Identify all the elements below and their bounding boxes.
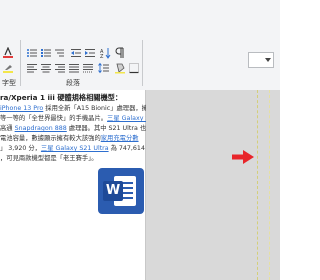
- align-left-icon[interactable]: [26, 62, 38, 74]
- page-boundary-guide: [269, 90, 270, 280]
- line-text: ，可見兩款機型都是「老王賽手」。: [0, 155, 98, 162]
- sort-icon[interactable]: A Z: [100, 47, 112, 59]
- inline-link[interactable]: iPhone 13 Pro: [0, 105, 43, 112]
- word-app-icon[interactable]: W: [98, 168, 144, 214]
- ribbon-separator: [20, 40, 21, 86]
- inline-link[interactable]: 家用充電分數: [101, 135, 139, 142]
- line-text: 高通: [0, 125, 15, 132]
- bullet-list-icon[interactable]: [26, 47, 38, 59]
- ribbon-toolbar: 字型 A Z 段落: [0, 0, 280, 91]
- justify-icon[interactable]: [68, 62, 80, 74]
- font-group-label: 字型: [2, 79, 16, 87]
- line-text: 」 3,920 分，: [0, 145, 41, 152]
- svg-text:Z: Z: [100, 54, 104, 59]
- borders-icon[interactable]: [128, 62, 140, 74]
- font-color-icon[interactable]: [2, 47, 14, 59]
- chevron-down-icon: [265, 58, 271, 62]
- document-heading: ra/Xperia 1 iii 硬體規格相關機型：: [0, 93, 123, 102]
- multilevel-list-icon[interactable]: [54, 47, 66, 59]
- line-text: 電池容量，數據顯示擁有較大該強的: [0, 135, 101, 142]
- document-line: 電池容量，數據顯示擁有較大該強的家用充電分數: [0, 134, 139, 143]
- inline-link[interactable]: 三星 Galaxy S21 Ultra: [41, 145, 109, 152]
- decrease-indent-icon[interactable]: [70, 47, 82, 59]
- inline-link[interactable]: Snapdragon 888: [15, 125, 67, 132]
- document-line: ，可見兩款機型都是「老王賽手」。: [0, 154, 98, 163]
- distributed-icon[interactable]: [82, 62, 94, 74]
- red-arrow-icon: [232, 150, 254, 164]
- shading-icon[interactable]: [114, 62, 126, 74]
- ribbon-separator: [142, 40, 143, 86]
- line-text: 等一等的「全世界最快」的手機晶片。: [0, 115, 108, 122]
- numbered-list-icon[interactable]: [40, 47, 52, 59]
- ribbon-tab-strip: [0, 0, 280, 40]
- word-letter-badge: W: [103, 181, 123, 201]
- paragraph-group-label: 段落: [66, 79, 80, 87]
- page-boundary-guide: [257, 90, 258, 280]
- show-marks-icon[interactable]: [114, 47, 126, 59]
- line-spacing-icon[interactable]: [98, 62, 110, 74]
- align-center-icon[interactable]: [40, 62, 52, 74]
- align-right-icon[interactable]: [54, 62, 66, 74]
- highlight-icon[interactable]: [2, 62, 14, 74]
- canvas-background: [146, 90, 280, 280]
- style-dropdown[interactable]: [248, 52, 274, 68]
- increase-indent-icon[interactable]: [84, 47, 96, 59]
